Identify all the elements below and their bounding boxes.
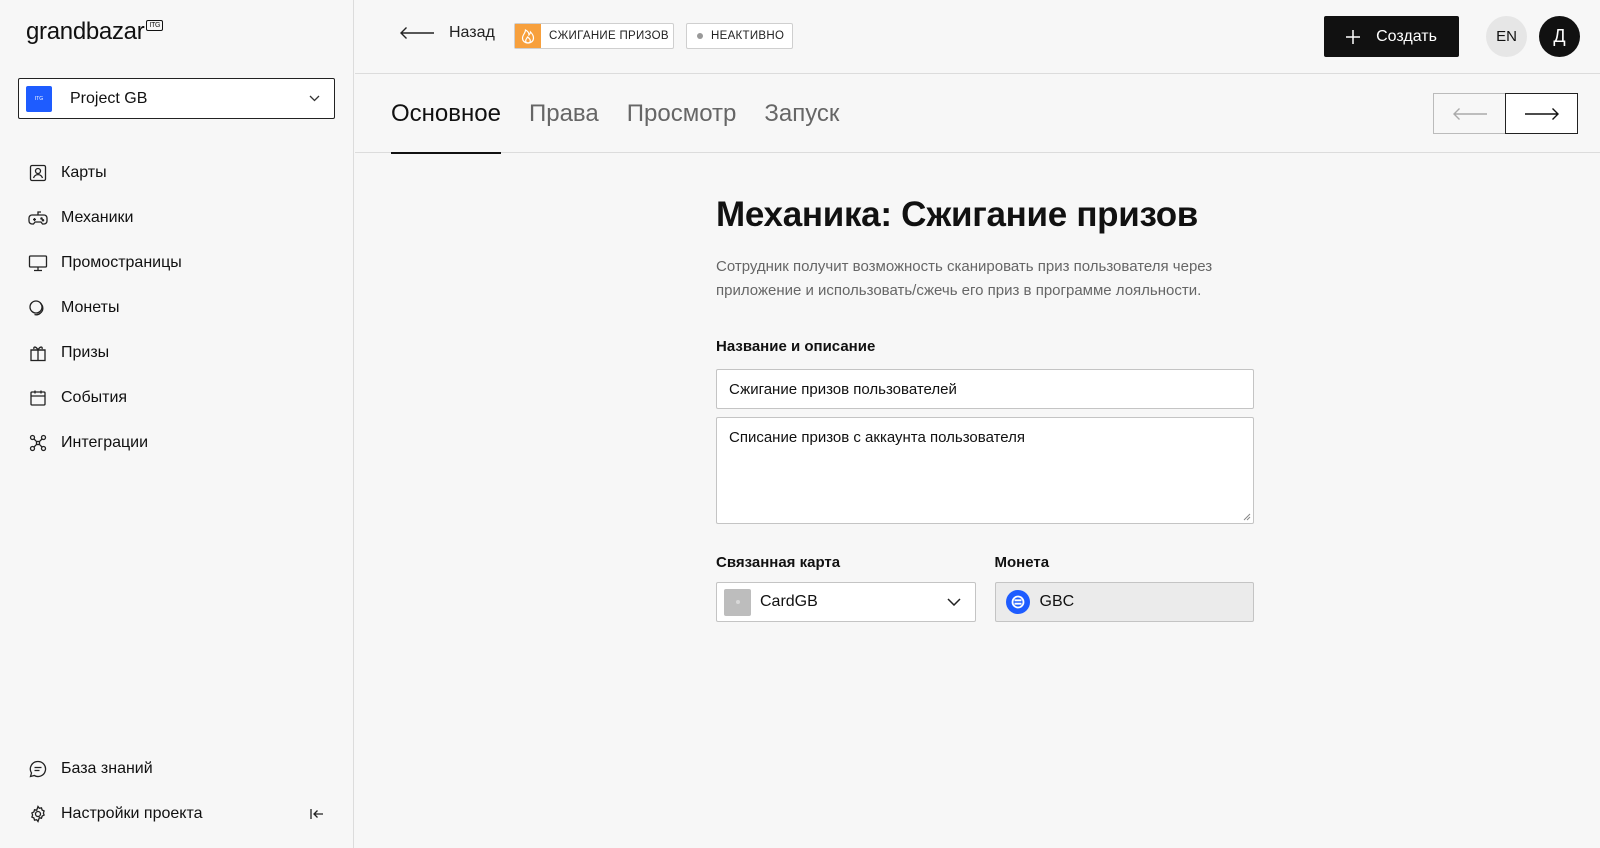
tab-permissions[interactable]: Права bbox=[529, 74, 599, 153]
sidebar-bottom: База знаний Настройки проекта bbox=[28, 746, 328, 836]
chevron-down-icon bbox=[309, 93, 320, 105]
tabs-row: Основное Права Просмотр Запуск bbox=[355, 74, 1600, 154]
language-label: EN bbox=[1496, 28, 1517, 45]
mechanic-type-label: СЖИГАНИЕ ПРИЗОВ bbox=[549, 30, 669, 42]
tabs: Основное Права Просмотр Запуск bbox=[391, 74, 867, 154]
create-button[interactable]: Создать bbox=[1324, 16, 1459, 57]
sidebar-item-events[interactable]: События bbox=[28, 375, 338, 420]
sidebar-item-mechanics[interactable]: Механики bbox=[28, 195, 338, 240]
tab-launch[interactable]: Запуск bbox=[764, 74, 839, 153]
chat-icon bbox=[28, 759, 48, 779]
logo-text: grandbazar bbox=[26, 18, 145, 45]
sidebar-item-label: Интеграции bbox=[61, 433, 149, 451]
status-label: НЕАКТИВНО bbox=[711, 30, 785, 42]
sidebar-item-label: Монеты bbox=[61, 298, 120, 316]
linked-card-select[interactable]: CardGB bbox=[716, 582, 976, 622]
coin-field: Монета GBC bbox=[994, 554, 1254, 622]
avatar-letter: Д bbox=[1553, 26, 1566, 46]
sidebar-item-label: События bbox=[61, 388, 128, 406]
arrow-left-icon bbox=[400, 27, 434, 39]
avatar[interactable]: Д bbox=[1539, 16, 1580, 57]
linked-card-label: Связанная карта bbox=[716, 554, 841, 571]
gamepad-icon bbox=[28, 208, 48, 228]
top-bar: Назад СЖИГАНИЕ ПРИЗОВ НЕАКТИВНО Создать … bbox=[355, 0, 1600, 74]
description-textarea[interactable]: Списание призов с аккаунта пользователя bbox=[716, 417, 1254, 524]
project-select[interactable]: ITG Project GB bbox=[18, 78, 335, 119]
coins-icon bbox=[28, 298, 48, 318]
status-badge: НЕАКТИВНО bbox=[686, 23, 793, 49]
gift-icon bbox=[28, 343, 48, 363]
arrow-right-icon bbox=[1524, 107, 1559, 120]
page-title: Механика: Сжигание призов bbox=[716, 195, 1198, 234]
create-label: Создать bbox=[1376, 27, 1437, 45]
name-input[interactable]: Сжигание призов пользователей bbox=[716, 369, 1254, 409]
next-step-button[interactable] bbox=[1505, 93, 1578, 134]
sidebar-nav: Карты Механики Промостраницы Монеты Приз… bbox=[28, 150, 338, 465]
name-section-label: Название и описание bbox=[716, 338, 876, 355]
sidebar-item-integrations[interactable]: Интеграции bbox=[28, 420, 338, 465]
coin-value: GBC bbox=[1039, 593, 1075, 610]
mechanic-type-tag: СЖИГАНИЕ ПРИЗОВ bbox=[514, 23, 674, 49]
logo-badge: ITG bbox=[146, 20, 164, 31]
page-description: Сотрудник получит возможность сканироват… bbox=[716, 258, 1213, 299]
sidebar-item-knowledge-base[interactable]: База знаний bbox=[28, 746, 328, 791]
fire-icon bbox=[515, 24, 541, 48]
linked-card-value: CardGB bbox=[760, 593, 818, 610]
id-card-icon bbox=[28, 163, 48, 183]
project-icon: ITG bbox=[26, 85, 52, 112]
status-dot-icon bbox=[697, 33, 703, 39]
sidebar-item-label: Карты bbox=[61, 163, 107, 181]
language-switch-button[interactable]: EN bbox=[1486, 16, 1527, 57]
card-thumbnail bbox=[724, 588, 751, 616]
project-icon-text: ITG bbox=[34, 95, 44, 102]
mechanic-form: Механика: Сжигание призов Сотрудник полу… bbox=[716, 195, 1254, 622]
integrations-icon bbox=[28, 433, 48, 453]
name-input-value: Сжигание призов пользователей bbox=[729, 380, 957, 398]
sidebar-item-cards[interactable]: Карты bbox=[28, 150, 338, 195]
description-textarea-value: Списание призов с аккаунта пользователя bbox=[729, 429, 1026, 446]
coin-readonly-field: GBC bbox=[994, 582, 1254, 622]
coin-label: Монета bbox=[994, 554, 1050, 571]
chevron-down-icon bbox=[946, 593, 961, 611]
gear-icon bbox=[28, 804, 48, 824]
linked-card-field: Связанная карта CardGB bbox=[716, 554, 976, 622]
plus-icon bbox=[1346, 26, 1361, 48]
sidebar-item-promopages[interactable]: Промостраницы bbox=[28, 240, 338, 285]
back-label: Назад bbox=[449, 24, 495, 41]
coin-icon bbox=[1005, 590, 1030, 614]
sidebar-item-label: Призы bbox=[61, 343, 110, 361]
sidebar: grandbazar ITG ITG Project GB Карты Меха… bbox=[0, 0, 354, 848]
sidebar-item-label: Механики bbox=[61, 208, 134, 226]
sidebar-item-coins[interactable]: Монеты bbox=[28, 285, 338, 330]
resize-handle-icon[interactable] bbox=[1242, 512, 1251, 521]
sidebar-item-label: Промостраницы bbox=[61, 253, 182, 271]
previous-step-button[interactable] bbox=[1433, 93, 1506, 134]
back-button[interactable]: Назад bbox=[399, 24, 495, 42]
sidebar-item-prizes[interactable]: Призы bbox=[28, 330, 338, 375]
linked-fields-row: Связанная карта CardGB Монета GBC bbox=[716, 554, 1254, 622]
sidebar-item-label: Настройки проекта bbox=[61, 804, 203, 822]
project-name: Project GB bbox=[70, 89, 148, 107]
logo[interactable]: grandbazar ITG bbox=[26, 18, 164, 46]
sidebar-item-label: База знаний bbox=[61, 759, 153, 777]
tab-general[interactable]: Основное bbox=[391, 74, 501, 154]
step-pager bbox=[1433, 93, 1578, 134]
collapse-sidebar-icon[interactable] bbox=[306, 791, 328, 836]
monitor-icon bbox=[28, 253, 48, 273]
sidebar-item-project-settings[interactable]: Настройки проекта bbox=[28, 791, 328, 836]
calendar-icon bbox=[28, 388, 48, 408]
arrow-left-icon bbox=[1452, 107, 1487, 120]
tab-preview[interactable]: Просмотр bbox=[627, 74, 737, 153]
